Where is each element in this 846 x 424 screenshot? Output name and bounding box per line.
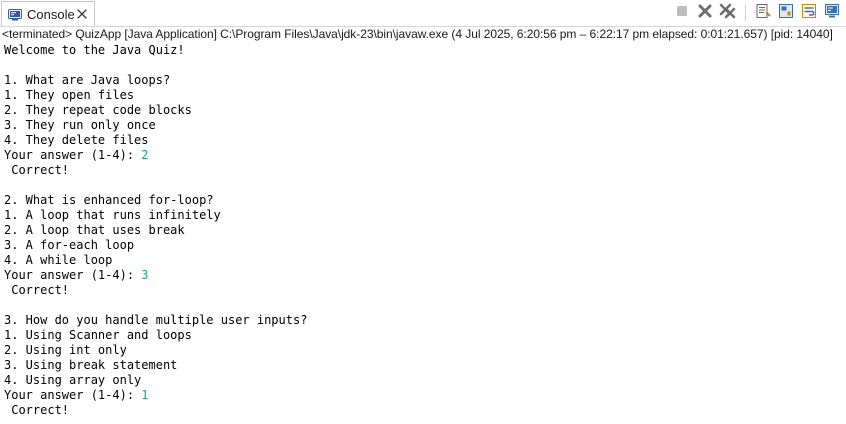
- clear-console-icon: [755, 3, 771, 24]
- terminate-icon: [675, 4, 689, 23]
- tab-label: Console: [27, 7, 75, 22]
- console-line-text: 3. How do you handle multiple user input…: [4, 313, 308, 327]
- tab-console[interactable]: Console: [1, 1, 95, 26]
- console-line-text: Your answer (1-4):: [4, 148, 142, 162]
- terminate-button[interactable]: [672, 3, 692, 23]
- console-line: Your answer (1-4): 3: [4, 268, 842, 283]
- console-line-text: 1. A loop that runs infinitely: [4, 208, 221, 222]
- console-line: Correct!: [4, 283, 842, 298]
- console-line-text: 4. Using array only: [4, 373, 142, 387]
- word-wrap-button[interactable]: [799, 3, 819, 23]
- remove-all-terminated-icon: [719, 3, 737, 24]
- console-line-text: 3. Using break statement: [4, 358, 178, 372]
- console-line: 2. Using int only: [4, 343, 842, 358]
- console-line-text: 2. A loop that uses break: [4, 223, 185, 237]
- user-input-value: 1: [141, 388, 149, 402]
- show-console-icon: [824, 3, 840, 24]
- console-line: 4. Using array only: [4, 373, 842, 388]
- console-line: 1. They open files: [4, 88, 842, 103]
- console-line-text: 1. They open files: [4, 88, 135, 102]
- console-line-text: 2. What is enhanced for-loop?: [4, 193, 214, 207]
- console-line: 3. A for-each loop: [4, 238, 842, 253]
- toolbar-separator: [745, 5, 746, 21]
- console-line: Correct!: [4, 163, 842, 178]
- console-line: 4. They delete files: [4, 133, 842, 148]
- console-line-text: 2. They repeat code blocks: [4, 103, 192, 117]
- console-line: Correct!: [4, 403, 842, 418]
- console-line-text: Your answer (1-4):: [4, 388, 142, 402]
- console-line: 3. Using break statement: [4, 358, 842, 373]
- console-icon: [8, 8, 22, 21]
- view-tab-bar: Console: [0, 0, 846, 27]
- console-line-text: 4. A while loop: [4, 253, 113, 267]
- console-line-text: 4. They delete files: [4, 133, 149, 147]
- console-line: Welcome to the Java Quiz!: [4, 43, 842, 58]
- process-status-line: <terminated> QuizApp [Java Application] …: [2, 27, 833, 41]
- console-line: 3. They run only once: [4, 118, 842, 133]
- console-line: 1. A loop that runs infinitely: [4, 208, 842, 223]
- console-line-text: Correct!: [4, 283, 70, 297]
- console-output[interactable]: Welcome to the Java Quiz! 1. What are Jav…: [4, 43, 842, 421]
- console-line: 1. What are Java loops?: [4, 73, 842, 88]
- user-input-value: 3: [141, 268, 149, 282]
- remove-launch-icon: [697, 3, 713, 24]
- close-icon[interactable]: [75, 7, 89, 21]
- console-line: 4. A while loop: [4, 253, 842, 268]
- console-line-text: Correct!: [4, 403, 70, 417]
- user-input-value: 2: [141, 148, 149, 162]
- console-line-text: 2. Using int only: [4, 343, 127, 357]
- clear-console-button[interactable]: [753, 3, 773, 23]
- console-toolbar: [669, 3, 842, 23]
- console-line: Your answer (1-4): 1: [4, 388, 842, 403]
- console-line-text: 3. A for-each loop: [4, 238, 135, 252]
- remove-all-terminated-button[interactable]: [718, 3, 738, 23]
- scroll-lock-button[interactable]: [776, 3, 796, 23]
- console-line-text: Your answer (1-4):: [4, 268, 142, 282]
- console-line-text: 1. Using Scanner and loops: [4, 328, 192, 342]
- scroll-lock-icon: [778, 3, 794, 24]
- console-line-text: Correct!: [4, 163, 70, 177]
- console-line-text: 3. They run only once: [4, 118, 156, 132]
- console-line-text: Welcome to the Java Quiz!: [4, 43, 185, 57]
- console-line: 2. A loop that uses break: [4, 223, 842, 238]
- console-line: 2. They repeat code blocks: [4, 103, 842, 118]
- console-line-text: 1. What are Java loops?: [4, 73, 171, 87]
- remove-launch-button[interactable]: [695, 3, 715, 23]
- word-wrap-icon: [801, 3, 817, 24]
- console-line: 2. What is enhanced for-loop?: [4, 193, 842, 208]
- console-line: 1. Using Scanner and loops: [4, 328, 842, 343]
- console-view: Console <terminated> QuizApp [Java Appli…: [0, 0, 846, 424]
- console-line: Your answer (1-4): 2: [4, 148, 842, 163]
- console-line: 3. How do you handle multiple user input…: [4, 313, 842, 328]
- show-console-button[interactable]: [822, 3, 842, 23]
